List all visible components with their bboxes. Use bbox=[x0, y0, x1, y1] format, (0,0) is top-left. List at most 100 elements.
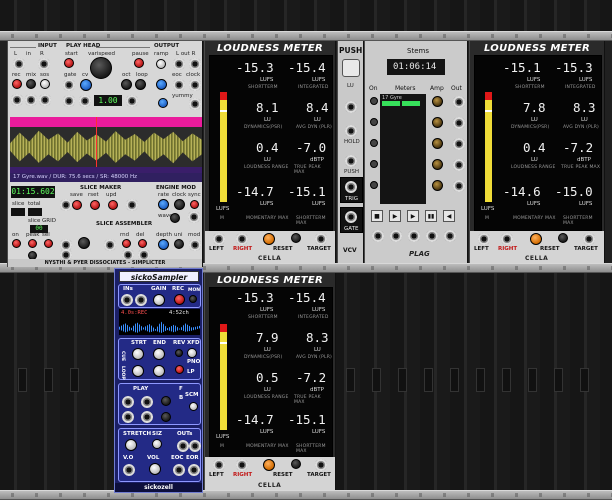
left-input-jack[interactable] bbox=[213, 459, 225, 471]
play-button[interactable]: ▶ bbox=[389, 210, 401, 222]
stem-1-amp-knob[interactable] bbox=[432, 96, 443, 107]
save-button[interactable] bbox=[72, 200, 82, 210]
gate-jack[interactable] bbox=[345, 211, 357, 223]
stem-2-on-button[interactable] bbox=[370, 118, 378, 126]
out-left-jack[interactable] bbox=[177, 440, 189, 452]
pause-button[interactable] bbox=[134, 58, 144, 68]
reset-button[interactable] bbox=[263, 233, 275, 245]
mon-button[interactable] bbox=[189, 295, 197, 303]
siz-knob[interactable] bbox=[152, 439, 162, 449]
mod-jack[interactable] bbox=[189, 239, 201, 251]
rec-button[interactable] bbox=[12, 79, 22, 89]
stem-1-on-button[interactable] bbox=[370, 97, 378, 105]
wave-knob[interactable] bbox=[170, 213, 180, 223]
loop-start-knob[interactable] bbox=[132, 365, 144, 377]
start-knob[interactable] bbox=[132, 348, 144, 360]
stem-5-amp-knob[interactable] bbox=[432, 180, 443, 191]
reset-button[interactable] bbox=[263, 459, 275, 471]
left-input-jack[interactable] bbox=[478, 233, 490, 245]
reset-knob[interactable] bbox=[291, 233, 301, 243]
cv-knob[interactable] bbox=[80, 79, 92, 91]
pause-button[interactable]: ▮▮ bbox=[425, 210, 437, 222]
playhead-cursor[interactable] bbox=[96, 117, 97, 173]
in-left-jack[interactable] bbox=[121, 294, 133, 306]
input-left-jack[interactable] bbox=[13, 58, 25, 70]
target-jack[interactable] bbox=[315, 459, 327, 471]
reset-button[interactable] bbox=[530, 233, 542, 245]
stem-3-amp-knob[interactable] bbox=[432, 138, 443, 149]
stem-4-out-jack[interactable] bbox=[453, 159, 465, 171]
input-right-jack[interactable] bbox=[38, 58, 50, 70]
rec-button[interactable] bbox=[174, 294, 185, 305]
assembler-knob[interactable] bbox=[78, 237, 90, 249]
rec-jack[interactable] bbox=[11, 94, 23, 106]
slice-jack[interactable] bbox=[60, 199, 72, 211]
slicemaker-jack[interactable] bbox=[126, 199, 138, 211]
prev-button[interactable]: ◀ bbox=[443, 210, 455, 222]
cv-jack[interactable] bbox=[63, 95, 75, 107]
sync-button[interactable] bbox=[190, 200, 199, 209]
push-big-button[interactable] bbox=[342, 59, 360, 77]
uni-knob[interactable] bbox=[174, 239, 184, 249]
reset-knob[interactable] bbox=[291, 459, 301, 469]
assembler-jack[interactable] bbox=[104, 239, 116, 251]
gate-jack[interactable] bbox=[63, 79, 75, 91]
loudness-meter-2[interactable]: LOUDNESS METER -15.1 -15.3 LUFS LUFS SHO… bbox=[469, 41, 605, 263]
start-button[interactable] bbox=[64, 58, 74, 68]
stems-module[interactable]: Stems 01:06:14 On Meters Amp Out 17 Gyre… bbox=[364, 41, 468, 263]
yummy-jack[interactable] bbox=[189, 98, 201, 110]
stop-jack[interactable] bbox=[372, 230, 384, 242]
stem-1-out-jack[interactable] bbox=[453, 96, 465, 108]
eor-jack[interactable] bbox=[188, 464, 200, 476]
stem-2-amp-knob[interactable] bbox=[432, 117, 443, 128]
simplicter-module[interactable]: INPUT PLAY HEAD OUTPUT L in R rec mix so… bbox=[7, 41, 203, 267]
stretch-knob[interactable] bbox=[125, 439, 137, 451]
target-jack[interactable] bbox=[583, 233, 595, 245]
mix-jack[interactable] bbox=[25, 94, 37, 106]
lp-button[interactable] bbox=[175, 365, 184, 374]
yummy-knob[interactable] bbox=[158, 98, 168, 108]
peak-button[interactable] bbox=[28, 239, 37, 248]
vo-jack[interactable] bbox=[123, 464, 135, 476]
right-input-jack[interactable] bbox=[236, 459, 248, 471]
loudness-meter-3[interactable]: LOUDNESS METER -15.3 -15.4 LUFS LUFS SHO… bbox=[204, 273, 336, 490]
upd-button[interactable] bbox=[108, 200, 118, 210]
push-module[interactable]: PUSH LU HOLD PUSH TRIG GATE VCV bbox=[337, 41, 364, 263]
waveform-display[interactable] bbox=[10, 117, 202, 173]
push-jack-2[interactable] bbox=[345, 125, 357, 137]
rate-knob[interactable] bbox=[158, 199, 169, 210]
play-button[interactable] bbox=[161, 396, 171, 406]
loudness-meter-1[interactable]: LOUDNESS METER -15.3 -15.4 LUFS LUFS SHO… bbox=[204, 41, 336, 263]
reset-knob[interactable] bbox=[558, 233, 568, 243]
stem-4-amp-knob[interactable] bbox=[432, 159, 443, 170]
sos-knob[interactable] bbox=[40, 79, 50, 89]
loop-knob[interactable] bbox=[135, 79, 146, 90]
loop-jack[interactable] bbox=[126, 95, 138, 107]
stem-4-on-button[interactable] bbox=[370, 160, 378, 168]
play-trig-jack[interactable] bbox=[141, 396, 153, 408]
reset-jack[interactable] bbox=[141, 411, 153, 423]
prev-jack[interactable] bbox=[444, 230, 456, 242]
stem-2-out-jack[interactable] bbox=[453, 117, 465, 129]
play-jack[interactable] bbox=[122, 396, 134, 408]
left-input-jack[interactable] bbox=[213, 233, 225, 245]
clock-knob[interactable] bbox=[174, 199, 185, 210]
eoc-jack[interactable] bbox=[173, 464, 185, 476]
in-right-jack[interactable] bbox=[135, 294, 147, 306]
grid-on-button[interactable] bbox=[12, 239, 21, 248]
sickosampler-module[interactable]: sickoSampler INs GAIN REC MON 4.0s:REC 4… bbox=[114, 268, 203, 493]
target-jack[interactable] bbox=[315, 233, 327, 245]
stem-5-on-button[interactable] bbox=[370, 181, 378, 189]
rset-button[interactable] bbox=[90, 200, 100, 210]
stop-button[interactable]: ■ bbox=[371, 210, 383, 222]
grid-sel-button[interactable] bbox=[44, 239, 53, 248]
xfd-knob[interactable] bbox=[187, 348, 197, 358]
sicko-waveform-screen[interactable]: 4.0s:REC 4:52ch bbox=[119, 309, 200, 335]
push-jack-1[interactable] bbox=[345, 101, 357, 113]
out-right-jack[interactable] bbox=[189, 440, 201, 452]
depth-knob[interactable] bbox=[158, 239, 169, 250]
varispeed-knob[interactable] bbox=[90, 57, 112, 79]
eoc-jack[interactable] bbox=[173, 79, 185, 91]
next-jack[interactable] bbox=[408, 230, 420, 242]
ramp-knob[interactable] bbox=[156, 59, 166, 69]
